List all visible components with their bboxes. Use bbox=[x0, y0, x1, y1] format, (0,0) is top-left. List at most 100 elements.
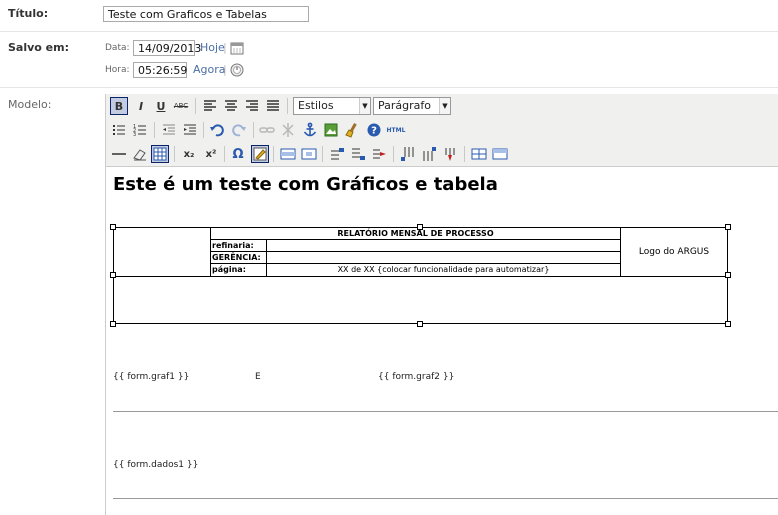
undo-icon[interactable] bbox=[208, 121, 226, 139]
salvo-row: Salvo em: Data: 14/09/2013 Hoje | Hora: … bbox=[0, 31, 778, 88]
toolbar-separator bbox=[273, 146, 274, 162]
report-table[interactable]: RELATÓRIO MENSAL DE PROCESSO refinaria: … bbox=[113, 227, 728, 324]
titulo-label: Título: bbox=[8, 7, 49, 20]
separator: | bbox=[223, 41, 227, 54]
insert-row-before-icon[interactable] bbox=[328, 145, 346, 163]
underline-button[interactable]: U bbox=[152, 97, 170, 115]
rich-text-editor: B I U ABC Estilos ▼ Parágrafo ▼ 123 ? HT… bbox=[105, 94, 778, 515]
separator: | bbox=[223, 63, 227, 76]
table-edit-icon bbox=[253, 147, 267, 161]
unlink-icon[interactable] bbox=[279, 121, 297, 139]
pagina-label: página: bbox=[212, 265, 246, 274]
titulo-row: Título: Teste com Graficos e Tabelas bbox=[0, 0, 778, 32]
svg-text:3: 3 bbox=[133, 132, 136, 138]
table-divider bbox=[210, 251, 620, 252]
toolbar-separator bbox=[464, 146, 465, 162]
logo-placeholder: Logo do ARGUS bbox=[638, 247, 710, 257]
align-justify-icon[interactable] bbox=[264, 97, 282, 115]
image-icon[interactable] bbox=[322, 121, 340, 139]
chevron-down-icon: ▼ bbox=[359, 98, 370, 114]
table-divider bbox=[210, 263, 620, 264]
table-divider bbox=[210, 239, 620, 240]
row-props-icon[interactable] bbox=[279, 145, 297, 163]
e-text: E bbox=[255, 372, 261, 382]
toolbar-separator bbox=[203, 122, 204, 138]
document-heading: Este é um teste com Gráficos e tabela bbox=[113, 174, 498, 195]
toolbar-separator bbox=[174, 146, 175, 162]
resize-handle[interactable] bbox=[725, 224, 731, 230]
toolbar-separator bbox=[253, 122, 254, 138]
toolbar-separator bbox=[322, 146, 323, 162]
editor-toolbar: B I U ABC Estilos ▼ Parágrafo ▼ 123 ? HT… bbox=[106, 94, 778, 167]
toolbar-separator bbox=[195, 98, 196, 114]
insert-col-before-icon[interactable] bbox=[399, 145, 417, 163]
toolbar-separator bbox=[393, 146, 394, 162]
align-right-icon[interactable] bbox=[243, 97, 261, 115]
bullet-list-icon[interactable] bbox=[110, 121, 128, 139]
gerencia-label: GERÊNCIA: bbox=[212, 253, 261, 262]
styles-select[interactable]: Estilos ▼ bbox=[293, 97, 371, 115]
merge-cells-icon[interactable] bbox=[491, 145, 509, 163]
data-input[interactable]: 14/09/2013 bbox=[133, 40, 201, 56]
format-select[interactable]: Parágrafo ▼ bbox=[373, 97, 451, 115]
delete-col-icon[interactable] bbox=[441, 145, 459, 163]
anchor-icon[interactable] bbox=[301, 121, 319, 139]
chevron-down-icon: ▼ bbox=[439, 98, 450, 114]
toolbar-separator bbox=[154, 122, 155, 138]
agora-link[interactable]: Agora bbox=[193, 63, 226, 76]
align-center-icon[interactable] bbox=[222, 97, 240, 115]
resize-handle[interactable] bbox=[417, 224, 423, 230]
resize-handle[interactable] bbox=[725, 272, 731, 278]
graf2-placeholder: {{ form.graf2 }} bbox=[378, 372, 455, 382]
resize-handle[interactable] bbox=[417, 321, 423, 327]
dados1-placeholder: {{ form.dados1 }} bbox=[113, 460, 199, 470]
delete-row-icon[interactable] bbox=[370, 145, 388, 163]
format-select-value: Parágrafo bbox=[378, 99, 431, 112]
outdent-icon[interactable] bbox=[160, 121, 178, 139]
horizontal-rule bbox=[113, 411, 778, 412]
superscript-button[interactable]: x² bbox=[202, 145, 220, 163]
table-visual-aid-button[interactable] bbox=[151, 145, 169, 163]
calendar-icon[interactable] bbox=[230, 41, 244, 55]
subscript-button[interactable]: x₂ bbox=[180, 145, 198, 163]
align-left-icon[interactable] bbox=[201, 97, 219, 115]
resize-handle[interactable] bbox=[110, 321, 116, 327]
numbered-list-icon[interactable]: 123 bbox=[131, 121, 149, 139]
insert-row-after-icon[interactable] bbox=[349, 145, 367, 163]
remove-format-icon[interactable] bbox=[131, 145, 149, 163]
titulo-input[interactable]: Teste com Graficos e Tabelas bbox=[103, 6, 309, 22]
resize-handle[interactable] bbox=[110, 272, 116, 278]
resize-handle[interactable] bbox=[725, 321, 731, 327]
modelo-label: Modelo: bbox=[8, 98, 52, 111]
bold-button[interactable]: B bbox=[110, 97, 128, 115]
resize-handle[interactable] bbox=[110, 224, 116, 230]
data-label: Data: bbox=[105, 43, 130, 53]
split-cells-icon[interactable] bbox=[470, 145, 488, 163]
insert-col-after-icon[interactable] bbox=[420, 145, 438, 163]
table-grid-icon bbox=[153, 147, 167, 161]
styles-select-value: Estilos bbox=[298, 99, 334, 112]
toolbar-separator bbox=[287, 98, 288, 114]
cell-props-icon[interactable] bbox=[300, 145, 318, 163]
special-char-button[interactable]: Ω bbox=[229, 145, 247, 163]
link-icon[interactable] bbox=[258, 121, 276, 139]
help-icon[interactable]: ? bbox=[365, 121, 383, 139]
clock-icon[interactable] bbox=[230, 63, 244, 77]
hora-input[interactable]: 05:26:59 bbox=[133, 62, 187, 78]
indent-icon[interactable] bbox=[181, 121, 199, 139]
edit-table-button[interactable] bbox=[251, 145, 269, 163]
hoje-link[interactable]: Hoje bbox=[200, 41, 225, 54]
svg-text:?: ? bbox=[371, 126, 377, 137]
table-divider bbox=[114, 276, 727, 277]
italic-button[interactable]: I bbox=[132, 97, 150, 115]
hora-label: Hora: bbox=[105, 65, 130, 75]
horizontal-rule bbox=[113, 498, 778, 499]
strikethrough-button[interactable]: ABC bbox=[172, 97, 190, 115]
toolbar-separator bbox=[224, 146, 225, 162]
horizontal-rule-icon[interactable] bbox=[110, 145, 128, 163]
report-title: RELATÓRIO MENSAL DE PROCESSO bbox=[337, 229, 494, 238]
editor-content[interactable]: Este é um teste com Gráficos e tabela RE… bbox=[106, 166, 778, 515]
html-source-button[interactable]: HTML bbox=[384, 121, 408, 139]
cleanup-icon[interactable] bbox=[343, 121, 361, 139]
redo-icon[interactable] bbox=[230, 121, 248, 139]
